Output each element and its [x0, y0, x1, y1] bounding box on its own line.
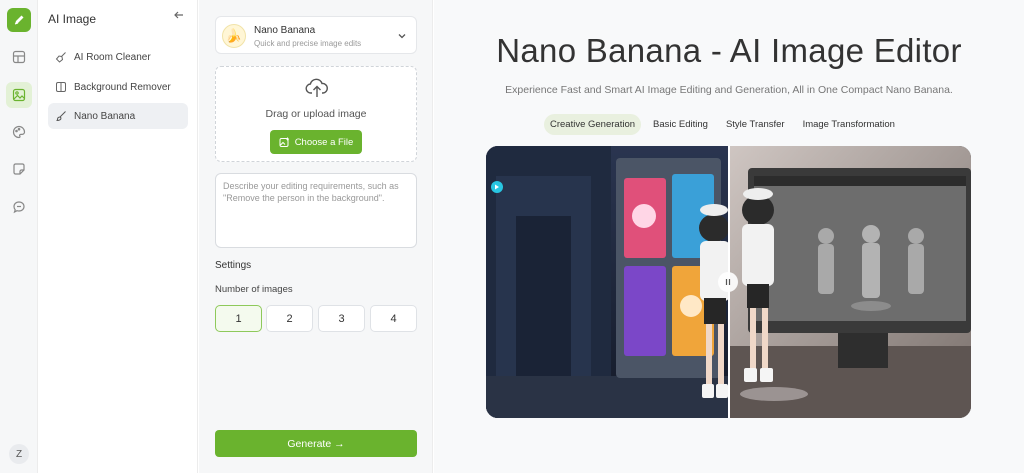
banana-icon: 🍌: [222, 24, 246, 48]
choose-file-button[interactable]: Choose a File: [270, 130, 362, 154]
model-subtitle: Quick and precise image edits: [254, 39, 362, 48]
image-icon[interactable]: [6, 82, 32, 108]
page-subtitle: Experience Fast and Smart AI Image Editi…: [505, 84, 953, 96]
upload-dropzone[interactable]: Drag or upload image Choose a File: [215, 66, 417, 162]
layout-icon[interactable]: [6, 44, 32, 70]
sidebar-item-label: Nano Banana: [74, 110, 136, 122]
sidebar-item-nano-banana[interactable]: Nano Banana: [48, 103, 188, 129]
sidebar-item-ai-room-cleaner[interactable]: AI Room Cleaner: [48, 44, 188, 70]
sidebar-item-label: AI Room Cleaner: [74, 51, 151, 63]
main-content: Nano Banana - AI Image Editor Experience…: [434, 0, 1024, 473]
before-after-preview[interactable]: [486, 146, 971, 418]
play-icon[interactable]: [491, 181, 503, 193]
generate-button[interactable]: Generate →: [215, 430, 417, 457]
num-images-option[interactable]: 1: [215, 305, 262, 332]
tab-style-transfer[interactable]: Style Transfer: [720, 114, 791, 135]
settings-panel: 🍌 Nano Banana Quick and precise image ed…: [199, 0, 433, 473]
settings-heading: Settings: [215, 260, 252, 271]
num-images-option[interactable]: 2: [266, 305, 313, 332]
sticker-icon[interactable]: [6, 156, 32, 182]
broom-icon: [54, 50, 68, 64]
tab-basic-editing[interactable]: Basic Editing: [647, 114, 714, 135]
num-images-option[interactable]: 3: [318, 305, 365, 332]
tool-sidebar: AI Image AI Room Cleaner Background Remo…: [38, 0, 198, 473]
page-title: Nano Banana - AI Image Editor: [496, 32, 962, 69]
icon-rail: Z: [0, 0, 38, 473]
collapse-arrow-icon[interactable]: [173, 9, 185, 24]
sidebar-item-background-remover[interactable]: Background Remover: [48, 74, 188, 100]
image-add-icon: [279, 137, 290, 148]
chat-icon[interactable]: [6, 194, 32, 220]
tab-image-transformation[interactable]: Image Transformation: [797, 114, 901, 135]
prompt-textarea[interactable]: [215, 173, 417, 248]
choose-file-label: Choose a File: [294, 136, 354, 148]
avatar[interactable]: Z: [9, 444, 29, 464]
tab-creative-generation[interactable]: Creative Generation: [544, 114, 642, 135]
example-tabs: Creative Generation Basic Editing Style …: [544, 114, 901, 135]
compare-slider-handle[interactable]: [718, 272, 738, 292]
model-name: Nano Banana: [254, 25, 316, 36]
brush-icon: [54, 109, 68, 123]
chevron-down-icon: [396, 29, 408, 47]
model-selector[interactable]: 🍌 Nano Banana Quick and precise image ed…: [215, 16, 417, 54]
app-logo-icon[interactable]: [7, 8, 31, 32]
num-images-option[interactable]: 4: [370, 305, 417, 332]
upload-instructions: Drag or upload image: [265, 108, 367, 120]
cloud-upload-icon: [305, 77, 329, 104]
cutout-icon: [54, 80, 68, 94]
number-of-images-label: Number of images: [215, 284, 293, 295]
sidebar-item-label: Background Remover: [74, 81, 171, 93]
palette-icon[interactable]: [6, 119, 32, 145]
sidebar-title: AI Image: [48, 12, 97, 26]
